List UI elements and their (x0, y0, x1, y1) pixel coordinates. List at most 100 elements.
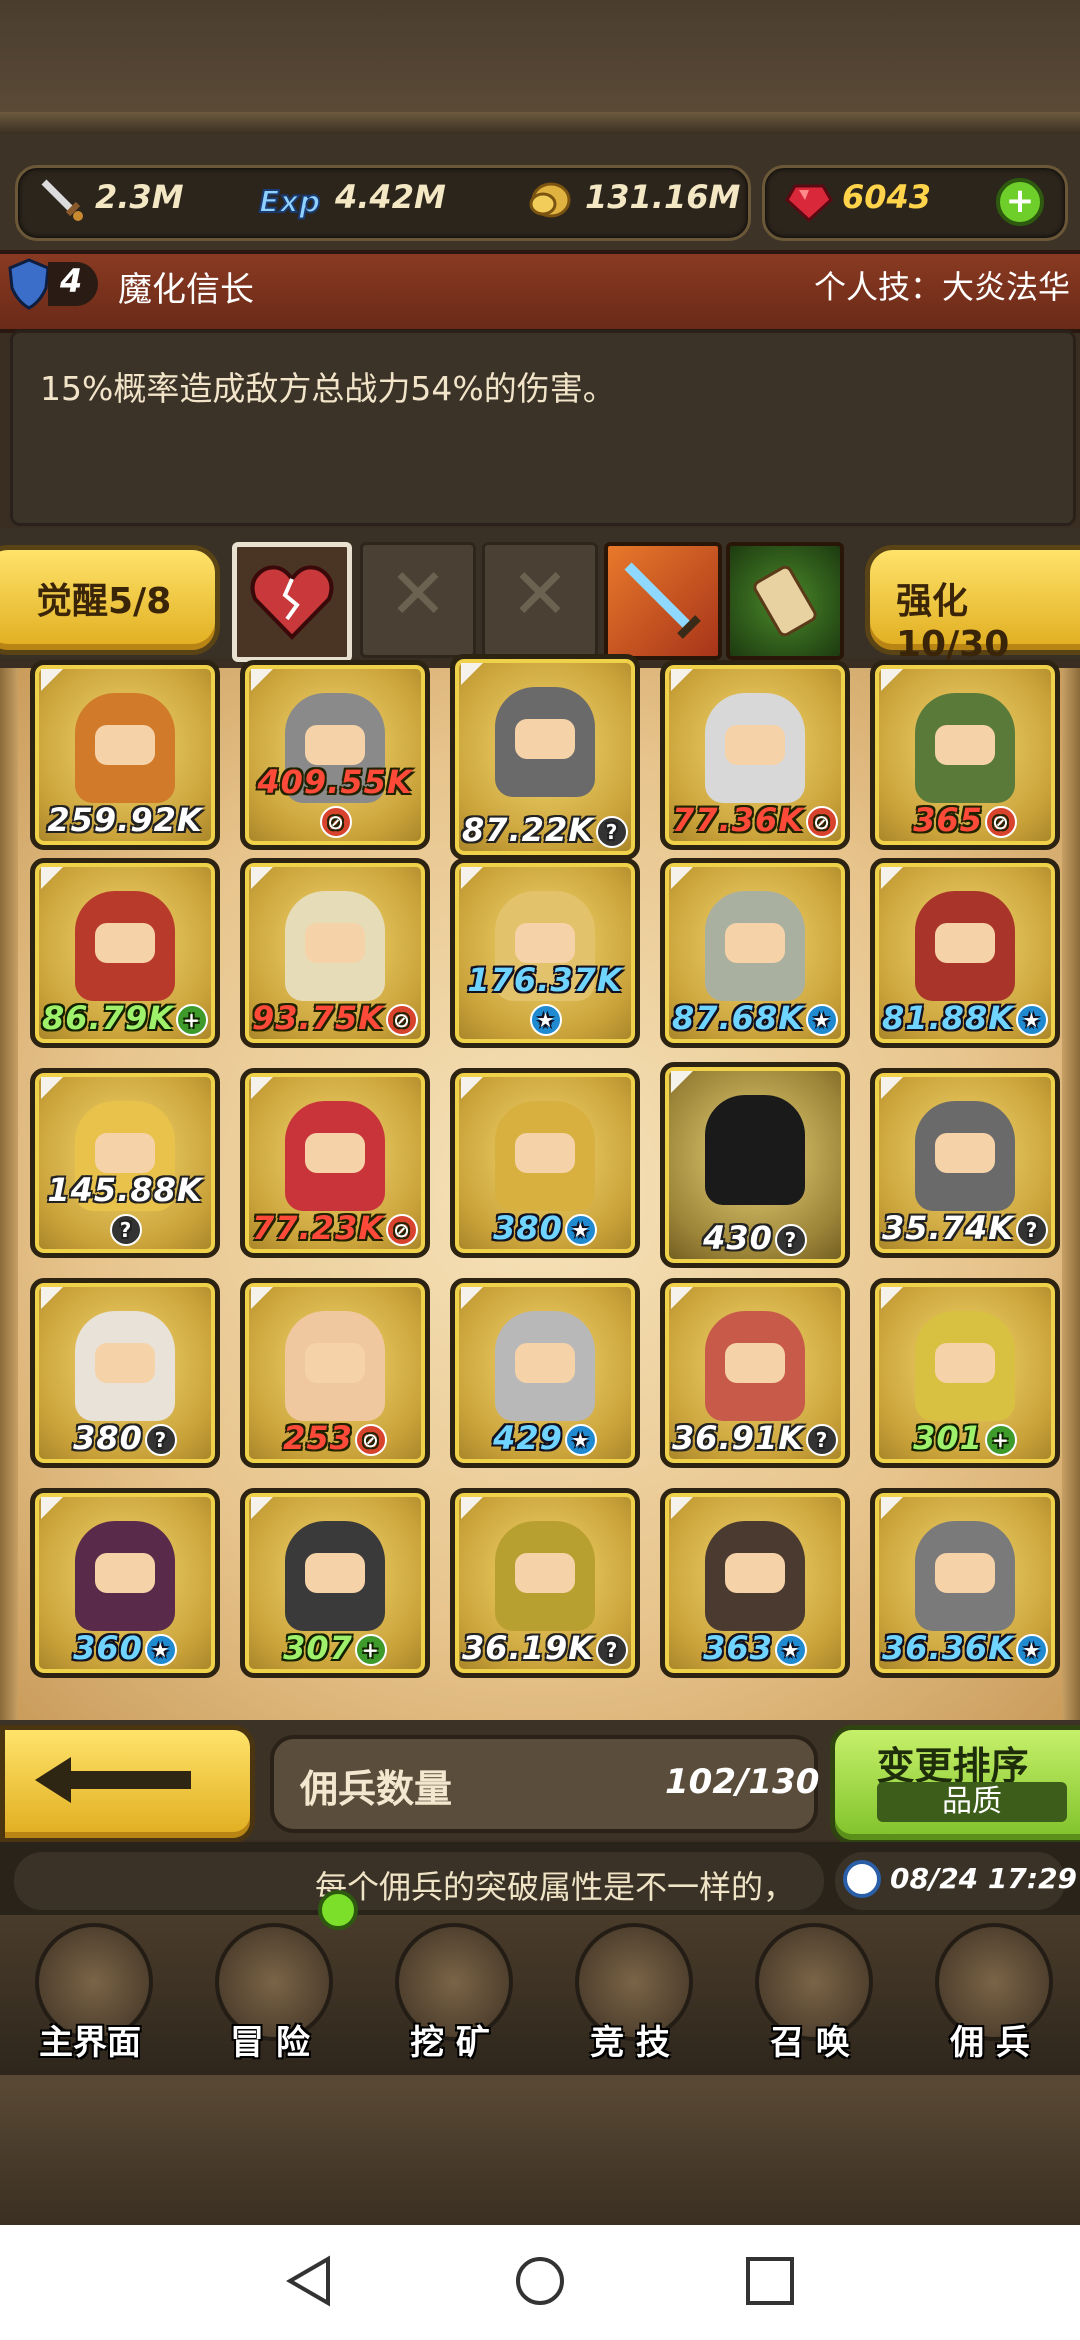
top-frame (0, 112, 1080, 134)
enhance-label: 强化10/30 (896, 581, 1010, 665)
mercenary-power-value: 380 (73, 1419, 143, 1457)
mercenary-card[interactable]: 36.19K? (450, 1488, 640, 1678)
mercenary-power-value: 429 (493, 1419, 563, 1457)
tag-flag-icon (41, 1497, 63, 1519)
mercenary-class-badge: ⊘ (386, 1004, 418, 1036)
mercenary-class-badge: ⊘ (354, 1424, 387, 1456)
mercenary-card[interactable]: 253 ⊘ (240, 1278, 430, 1468)
mercenary-face (935, 1553, 995, 1593)
mercenary-face (935, 1343, 995, 1383)
mercenary-card[interactable]: 145.88K? (30, 1068, 220, 1258)
cross-icon: ✕ (388, 553, 448, 635)
mercenary-face (515, 1553, 575, 1593)
mercenary-power: 77.23K ⊘ (245, 1209, 425, 1247)
mercenary-power-value: 253 (283, 1419, 353, 1457)
ruby-gem-icon (785, 176, 833, 223)
mercenary-card[interactable]: 77.36K ⊘ (660, 660, 850, 850)
nav-label: 主界面 (39, 2023, 141, 2063)
mercenary-card[interactable]: 36.36K ★ (870, 1488, 1060, 1678)
home-circle-icon[interactable] (514, 2255, 566, 2307)
mercenary-card[interactable]: 363 ★ (660, 1488, 850, 1678)
hero-skill: 个人技：大炎法华 (813, 268, 1070, 306)
mercenary-card[interactable]: 301 + (870, 1278, 1060, 1468)
tag-flag-icon (671, 867, 693, 889)
mercenary-card[interactable]: 86.79K + (30, 858, 220, 1048)
scroll-icon (745, 561, 825, 641)
mercenary-power: 87.22K? (455, 811, 635, 849)
add-gems-button[interactable]: + (996, 178, 1044, 226)
blue-sword-icon (618, 556, 708, 646)
mercenary-power: 307 + (245, 1629, 425, 1667)
nav-item-scroll[interactable]: 召 唤 (720, 1915, 900, 2075)
hero-level: 4 (60, 262, 83, 300)
mercenary-card[interactable]: 409.55K ⊘ (240, 660, 430, 850)
mercenary-card[interactable]: 36.91K? (660, 1278, 850, 1468)
awaken-slot-empty-2[interactable]: ✕ (482, 542, 598, 658)
mercenary-card[interactable]: 430? (660, 1062, 850, 1268)
awaken-slot-empty-1[interactable]: ✕ (360, 542, 476, 658)
mercenary-count-label: 佣兵数量 (300, 1767, 453, 1811)
mercenary-face (935, 725, 995, 765)
mercenary-class-badge: ? (596, 1634, 628, 1666)
mercenary-card[interactable]: 380? (30, 1278, 220, 1468)
tag-flag-icon (251, 1077, 273, 1099)
mercenary-power-value: 145.88K (47, 1171, 203, 1209)
mercenary-card[interactable]: 259.92K (30, 660, 220, 850)
mercenary-face (305, 923, 365, 963)
mercenary-power-value: 77.36K (671, 801, 804, 839)
mercenary-power-value: 380 (493, 1209, 563, 1247)
mercenary-face (725, 725, 785, 765)
nav-item-pickaxe[interactable]: 挖 矿 (360, 1915, 540, 2075)
mercenary-face (515, 1343, 575, 1383)
mercenary-class-badge: + (176, 1004, 208, 1036)
mercenary-card[interactable]: 365 ⊘ (870, 660, 1060, 850)
awaken-slot-scroll[interactable] (726, 542, 844, 660)
mercenary-card[interactable]: 93.75K ⊘ (240, 858, 430, 1048)
mercenary-card[interactable]: 87.68K ★ (660, 858, 850, 1048)
tag-flag-icon (41, 867, 63, 889)
awaken-label: 觉醒5/8 (36, 581, 172, 622)
mercenary-card[interactable]: 81.88K ★ (870, 858, 1060, 1048)
mercenary-power: 380 ★ (455, 1209, 635, 1247)
mercenary-face (725, 1553, 785, 1593)
mercenary-power-value: 87.68K (671, 999, 804, 1037)
ticker-text: 每个佣兵的突破属性是不一样的， (315, 1868, 796, 1906)
mercenary-card[interactable]: 307 + (240, 1488, 430, 1678)
mercenary-power: 409.55K ⊘ (245, 763, 425, 839)
mercenary-power-value: 93.75K (251, 999, 384, 1037)
attack-value: 2.3M (95, 178, 184, 216)
mercenary-card[interactable]: 429 ★ (450, 1278, 640, 1468)
awaken-slot-sword[interactable] (604, 542, 722, 660)
mercenary-card[interactable]: 176.37K ★ (450, 858, 640, 1048)
back-triangle-icon[interactable] (284, 2255, 336, 2307)
mercenary-face (515, 923, 575, 963)
mercenary-card[interactable]: 380 ★ (450, 1068, 640, 1258)
mercenary-power: 176.37K ★ (455, 961, 635, 1037)
mercenary-power: 36.19K? (455, 1629, 635, 1667)
nav-item-tent[interactable]: 佣 兵 (900, 1915, 1080, 2075)
recents-square-icon[interactable] (744, 2255, 796, 2307)
mercenary-card[interactable]: 77.23K ⊘ (240, 1068, 430, 1258)
nav-item-map-scroll[interactable]: 主界面 (0, 1915, 180, 2075)
nav-item-island[interactable]: 冒 险 (180, 1915, 360, 2075)
mercenary-power: 365 ⊘ (875, 801, 1055, 839)
mercenary-power-value: 430 (703, 1219, 773, 1257)
skill-description-box (10, 330, 1076, 526)
mercenary-class-badge: ? (774, 1224, 807, 1256)
mercenary-power-value: 176.37K (467, 961, 623, 999)
mercenary-class-badge: ⊘ (984, 806, 1017, 838)
awaken-slot-broken-heart[interactable] (232, 542, 352, 662)
top-background (0, 0, 1080, 120)
mercenary-power: 36.36K ★ (875, 1629, 1055, 1667)
mercenary-card[interactable]: 35.74K? (870, 1068, 1060, 1258)
mercenary-card[interactable]: 360 ★ (30, 1488, 220, 1678)
mercenary-card[interactable]: 87.22K? (450, 654, 640, 860)
nav-item-crossed-swords[interactable]: 竞 技 (540, 1915, 720, 2075)
mercenary-power: 81.88K ★ (875, 999, 1055, 1037)
mercenary-class-badge: ? (596, 816, 628, 848)
cross-icon: ✕ (510, 553, 570, 635)
gold-coin-icon (525, 176, 573, 222)
sword-icon (38, 176, 84, 222)
mercenary-class-badge: ★ (806, 1004, 838, 1036)
tag-flag-icon (671, 1497, 693, 1519)
